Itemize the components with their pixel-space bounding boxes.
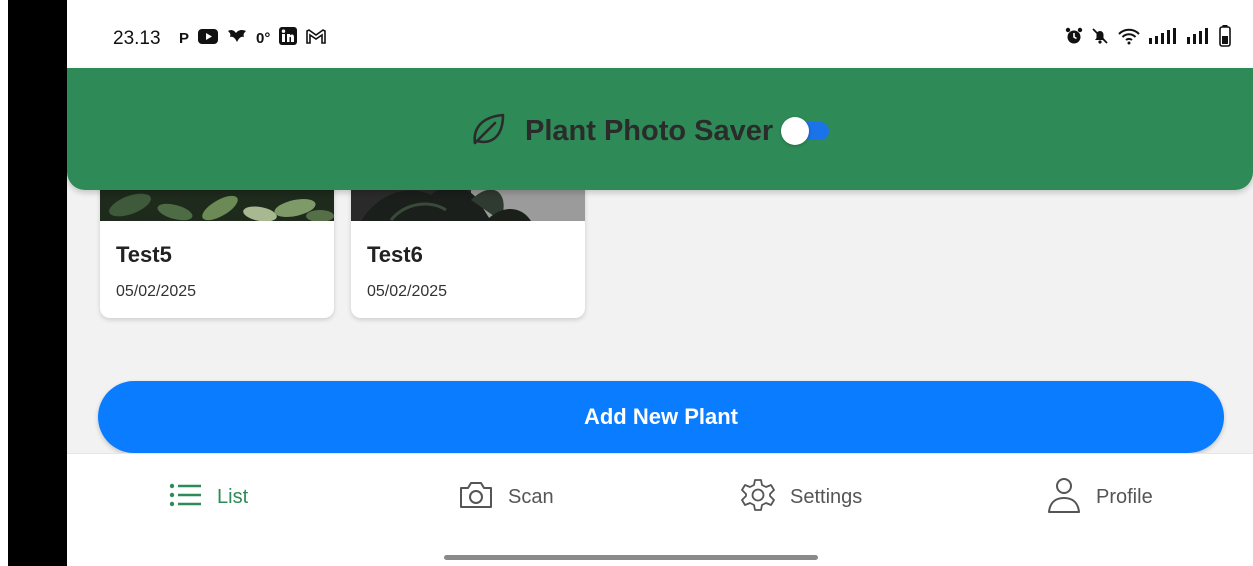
- linkedin-icon: [279, 27, 298, 49]
- person-icon: [1046, 476, 1082, 519]
- add-new-plant-label: Add New Plant: [583, 404, 738, 429]
- bottom-navigation: List Scan Settings Profile: [67, 453, 1253, 566]
- nav-item-list[interactable]: List: [169, 480, 248, 514]
- youtube-icon: [198, 28, 219, 48]
- signal-icon: [1149, 27, 1179, 47]
- status-time: 23.13: [113, 28, 161, 49]
- nav-label-profile: Profile: [1096, 485, 1153, 508]
- plant-name: Test6: [367, 242, 423, 267]
- status-bar: 23.13 P 0°: [67, 0, 1253, 68]
- nav-label-list: List: [217, 485, 249, 508]
- nav-label-scan: Scan: [508, 485, 554, 508]
- leaf-icon: [469, 109, 509, 154]
- alarm-icon: [1065, 27, 1083, 48]
- temperature-text: 0°: [256, 29, 271, 47]
- toggle-knob: [781, 117, 810, 145]
- nav-item-settings[interactable]: Settings: [740, 478, 863, 514]
- gear-icon: [740, 477, 776, 518]
- p-icon: P: [179, 29, 190, 47]
- battery-icon: [1219, 24, 1231, 50]
- device-edge: [0, 0, 67, 566]
- bell-muted-icon: [1091, 27, 1109, 48]
- add-new-plant-button[interactable]: Add New Plant: [98, 381, 1224, 453]
- notification-icons: P 0°: [179, 27, 327, 49]
- screenshot-margin: [0, 0, 8, 566]
- nav-label-settings: Settings: [790, 485, 863, 508]
- system-icons: [1065, 24, 1231, 50]
- nav-item-profile[interactable]: Profile: [1046, 477, 1153, 514]
- app-toggle-switch[interactable]: [781, 117, 831, 145]
- gmail-icon: [306, 28, 327, 48]
- list-icon: [169, 482, 203, 513]
- plant-date: 05/02/2025: [367, 283, 448, 300]
- nav-item-scan[interactable]: Scan: [458, 480, 554, 514]
- camera-icon: [458, 480, 494, 515]
- home-indicator[interactable]: [444, 555, 818, 560]
- app-title: Plant Photo Saver: [525, 114, 774, 147]
- bird-icon: [227, 28, 247, 48]
- app-bar: Plant Photo Saver: [67, 68, 1253, 190]
- plant-date: 05/02/2025: [116, 283, 197, 300]
- app-screen: 23.13 P 0° Test5 05/02/2025 Test6 05/02/…: [67, 0, 1253, 566]
- signal-icon: [1187, 27, 1211, 47]
- plant-name: Test5: [116, 242, 172, 267]
- wifi-icon: [1117, 27, 1141, 48]
- app-title-group: Plant Photo Saver: [469, 111, 831, 151]
